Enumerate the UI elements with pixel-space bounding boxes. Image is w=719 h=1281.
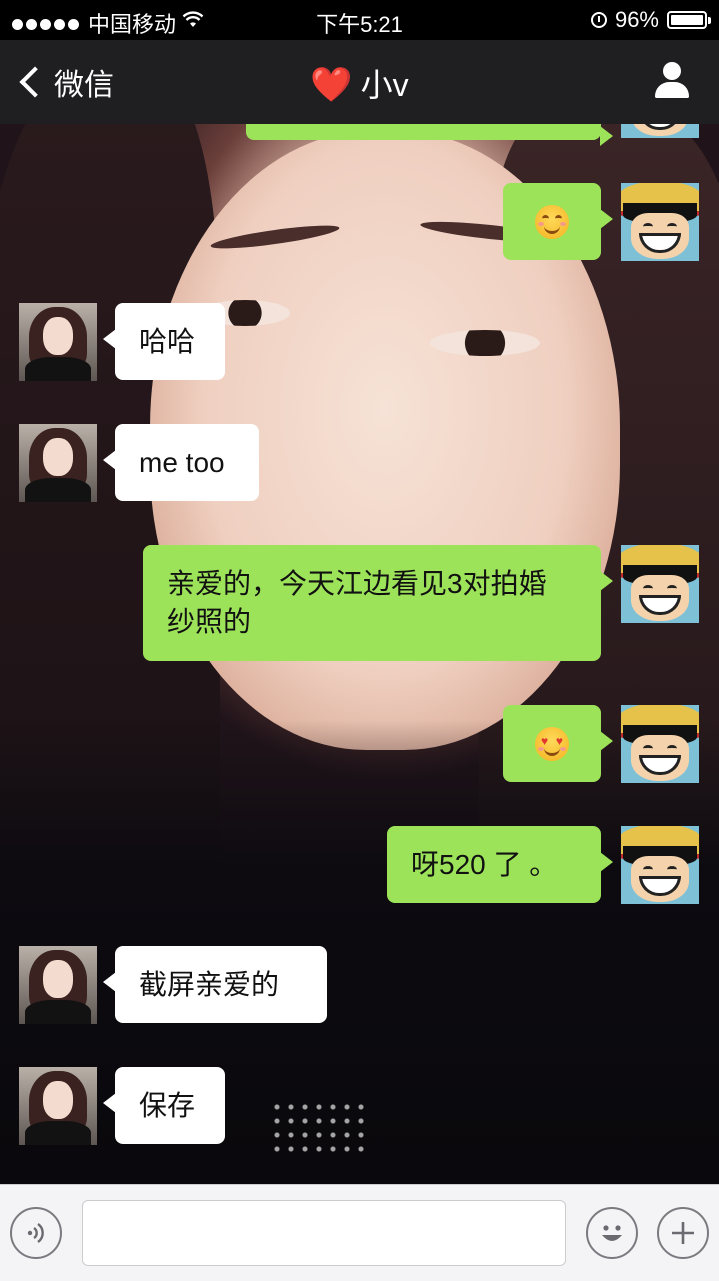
message-bubble[interactable]: 保存	[103, 1067, 225, 1144]
message-text: 呀520 了 。	[411, 848, 558, 880]
message-text: 截屏亲爱的	[139, 968, 280, 1000]
voice-button[interactable]	[10, 1207, 62, 1259]
chat-title-text: 小v	[360, 67, 409, 103]
message-text: 保存	[139, 1089, 196, 1121]
voice-icon	[27, 1223, 44, 1243]
message-bubble[interactable]: ♥ ♥	[503, 705, 613, 782]
emoji-button[interactable]	[586, 1207, 638, 1259]
my-avatar[interactable]	[621, 183, 699, 261]
alarm-icon	[590, 12, 607, 28]
contact-avatar[interactable]	[19, 424, 97, 502]
chat-title: ❤️小v	[0, 60, 719, 106]
battery-icon	[667, 11, 711, 29]
message-input[interactable]	[82, 1200, 566, 1266]
nav-bar-overlay: 微信 ❤️ 小v	[0, 40, 719, 124]
heart-eyes-emoji-icon: ♥ ♥	[535, 726, 569, 761]
plus-icon	[672, 1222, 694, 1244]
message-text: 哈哈	[139, 325, 196, 357]
message-bubble[interactable]: 亲爱的，今天江边看见3对拍婚纱照的	[143, 545, 613, 661]
message-bubble[interactable]: 哈哈	[103, 303, 225, 380]
heart-emoji: ❤️	[310, 66, 353, 104]
my-avatar[interactable]	[621, 826, 699, 904]
message-bubble[interactable]	[503, 183, 613, 260]
message-bubble[interactable]: me too	[103, 424, 259, 501]
message-text: 亲爱的，今天江边看见3对拍婚纱照的	[167, 568, 547, 637]
message-bubble[interactable]: 呀520 了 。	[387, 826, 613, 903]
battery-percent: 96%	[614, 7, 659, 32]
status-bar: 中国移动 下午5:21 96%	[0, 0, 719, 40]
my-avatar[interactable]	[621, 705, 699, 783]
blush-emoji-icon	[535, 204, 569, 239]
plus-button[interactable]	[657, 1207, 709, 1259]
contact-avatar[interactable]	[19, 303, 97, 381]
message-bubble[interactable]: 截屏亲爱的	[103, 946, 327, 1023]
message-text: me too	[139, 446, 225, 478]
emoji-icon	[602, 1225, 622, 1241]
input-bar	[0, 1184, 719, 1281]
contact-info-icon[interactable]	[653, 62, 691, 100]
contact-avatar[interactable]	[19, 1067, 97, 1145]
my-avatar[interactable]	[621, 545, 699, 623]
contact-avatar[interactable]	[19, 946, 97, 1024]
